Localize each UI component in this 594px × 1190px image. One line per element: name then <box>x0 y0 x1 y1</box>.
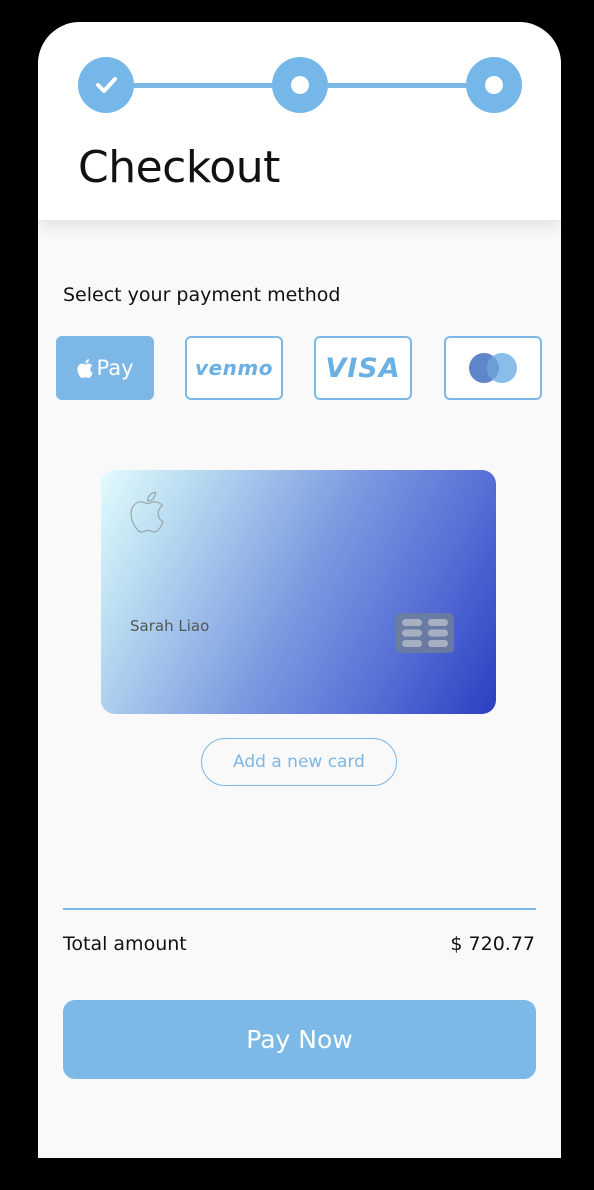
apple-icon <box>77 358 94 378</box>
mastercard-icon <box>469 353 517 383</box>
chip-icon <box>396 613 454 653</box>
venmo-logo: venmo <box>195 356 273 380</box>
apple-pay-label: Pay <box>96 356 134 380</box>
pay-now-button[interactable]: Pay Now <box>63 1000 536 1079</box>
step-1-completed[interactable] <box>78 57 134 113</box>
apple-pay-logo: Pay <box>76 356 134 380</box>
total-amount-label: Total amount <box>63 933 187 955</box>
add-new-card-button[interactable]: Add a new card <box>201 738 397 786</box>
payment-method-mastercard[interactable] <box>444 336 542 400</box>
checkout-header: Checkout <box>38 22 561 220</box>
dot-icon <box>485 76 503 94</box>
card-holder-name: Sarah Liao <box>130 617 210 635</box>
payment-method-label: Select your payment method <box>63 284 341 306</box>
dot-icon <box>291 76 309 94</box>
total-amount-value: $ 720.77 <box>450 933 535 955</box>
payment-method-visa[interactable]: VISA <box>314 336 412 400</box>
payment-method-list: Pay venmo VISA <box>56 336 543 400</box>
visa-logo: VISA <box>325 352 401 384</box>
divider <box>63 908 536 910</box>
step-connector <box>134 83 272 88</box>
checkout-screen: Checkout Select your payment method Pay … <box>38 22 561 1158</box>
payment-method-apple-pay[interactable]: Pay <box>56 336 154 400</box>
apple-icon <box>130 491 164 533</box>
check-icon <box>96 77 117 93</box>
payment-method-venmo[interactable]: venmo <box>185 336 283 400</box>
step-3-upcoming[interactable] <box>466 57 522 113</box>
step-2-current[interactable] <box>272 57 328 113</box>
progress-stepper <box>78 57 522 113</box>
step-connector <box>328 83 466 88</box>
payment-card[interactable]: Sarah Liao <box>101 470 496 714</box>
page-title: Checkout <box>78 142 280 193</box>
